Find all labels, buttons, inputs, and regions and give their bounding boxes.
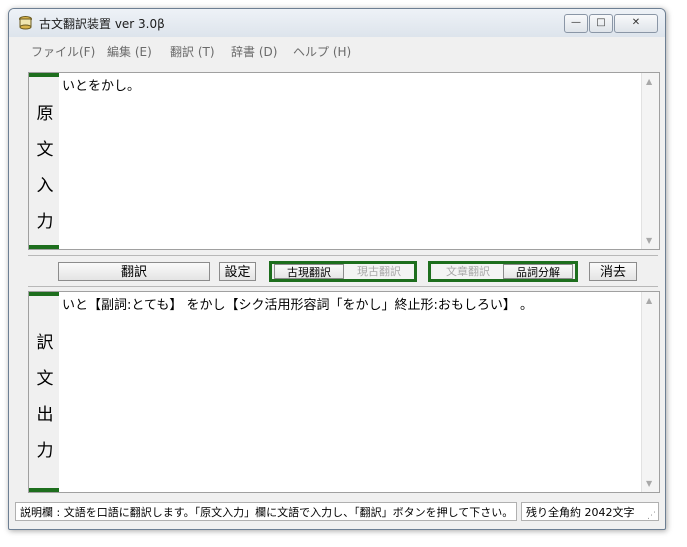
source-input-panel: 原 文 入 力 いとをかし。 ▲ ▼ xyxy=(28,72,660,250)
close-icon: ✕ xyxy=(631,17,641,28)
app-window: 古文翻訳装置 ver 3.0β — □ ✕ ファイル(F) 編集 (E) 翻訳 … xyxy=(8,8,666,530)
menu-edit[interactable]: 編集 (E) xyxy=(107,43,152,60)
source-scrollbar[interactable]: ▲ ▼ xyxy=(641,73,659,249)
side-char: 出 xyxy=(36,405,54,425)
direction-mode-group: 古現翻訳 現古翻訳 xyxy=(269,261,417,282)
side-char: 訳 xyxy=(36,333,54,353)
scroll-down-icon[interactable]: ▼ xyxy=(646,236,652,245)
minimize-button[interactable]: — xyxy=(564,14,588,33)
toolbar-divider xyxy=(28,286,658,287)
status-bar: 説明欄 : 文語を口語に翻訳します。「原文入力」欄に文語で入力し、「翻訳」ボタン… xyxy=(15,502,659,523)
sentence-translation-toggle[interactable]: 文章翻訳 xyxy=(433,264,503,279)
translation-output-panel: 訳 文 出 力 いと【副詞:とても】 をかし【シク活用形容詞「をかし」終止形:お… xyxy=(28,291,660,493)
side-char: 入 xyxy=(36,176,54,196)
help-description: 説明欄 : 文語を口語に翻訳します。「原文入力」欄に文語で入力し、「翻訳」ボタン… xyxy=(15,502,517,521)
side-char: 文 xyxy=(36,369,54,389)
title-bar[interactable]: 古文翻訳装置 ver 3.0β — □ ✕ xyxy=(9,9,665,37)
toolbar-divider xyxy=(28,255,658,256)
side-char: 文 xyxy=(36,140,54,160)
source-input-side-label: 原 文 入 力 xyxy=(29,73,59,249)
modern-to-classical-toggle[interactable]: 現古翻訳 xyxy=(344,264,414,279)
scroll-up-icon[interactable]: ▲ xyxy=(646,77,652,86)
source-text-area[interactable]: いとをかし。 xyxy=(60,73,641,249)
classical-to-modern-toggle[interactable]: 古現翻訳 xyxy=(274,264,344,279)
app-icon xyxy=(19,16,32,30)
part-of-speech-toggle[interactable]: 品詞分解 xyxy=(503,264,573,279)
side-char: 原 xyxy=(36,104,54,124)
output-mode-group: 文章翻訳 品詞分解 xyxy=(428,261,578,282)
translation-output-side-label: 訳 文 出 力 xyxy=(29,292,59,492)
resize-grip-icon[interactable]: ⋰ xyxy=(647,511,657,521)
translate-button[interactable]: 翻訳 xyxy=(58,262,210,281)
clear-button[interactable]: 消去 xyxy=(589,262,637,281)
scroll-down-icon[interactable]: ▼ xyxy=(646,479,652,488)
side-char: 力 xyxy=(36,212,54,232)
maximize-icon: □ xyxy=(596,17,606,28)
maximize-button[interactable]: □ xyxy=(589,14,613,33)
side-char: 力 xyxy=(36,441,54,461)
close-button[interactable]: ✕ xyxy=(614,14,658,33)
translation-text-area[interactable]: いと【副詞:とても】 をかし【シク活用形容詞「をかし」終止形:おもしろい】 。 xyxy=(60,292,641,492)
menu-dictionary[interactable]: 辞書 (D) xyxy=(231,43,277,60)
settings-button[interactable]: 設定 xyxy=(219,262,256,281)
menu-file[interactable]: ファイル(F) xyxy=(31,43,95,60)
menu-help[interactable]: ヘルプ (H) xyxy=(293,43,351,60)
menu-bar: ファイル(F) 編集 (E) 翻訳 (T) 辞書 (D) ヘルプ (H) xyxy=(15,39,659,61)
remaining-characters: 残り全角約 2042文字 xyxy=(521,502,659,521)
scroll-up-icon[interactable]: ▲ xyxy=(646,296,652,305)
window-title: 古文翻訳装置 ver 3.0β xyxy=(39,17,165,31)
translation-scrollbar[interactable]: ▲ ▼ xyxy=(641,292,659,492)
minimize-icon: — xyxy=(571,17,581,28)
menu-translate[interactable]: 翻訳 (T) xyxy=(170,43,215,60)
